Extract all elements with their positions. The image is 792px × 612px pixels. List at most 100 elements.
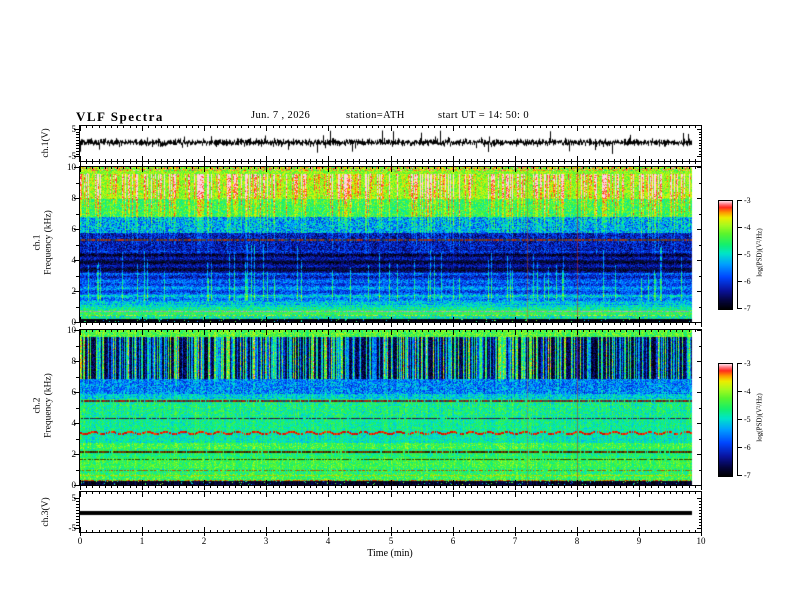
- x-tick: [155, 330, 156, 332]
- x-tick: [80, 480, 81, 485]
- x-tick: [366, 323, 367, 325]
- x-tick: [372, 126, 373, 128]
- x-tick: [639, 167, 640, 172]
- colorbar-ch2-label: log(PSD)(V²/Hz): [757, 372, 764, 464]
- x-tick: [571, 162, 572, 164]
- x-tick-label: 7: [505, 537, 525, 546]
- x-tick: [508, 162, 509, 164]
- x-tick: [117, 330, 118, 332]
- x-tick: [217, 126, 218, 128]
- x-tick: [471, 330, 472, 332]
- x-tick: [701, 126, 702, 131]
- x-tick-label: 4: [318, 537, 338, 546]
- y-tick: [697, 485, 701, 486]
- x-tick: [123, 530, 124, 532]
- x-tick: [620, 486, 621, 488]
- x-tick: [229, 126, 230, 128]
- x-tick: [664, 492, 665, 494]
- x-tick: [639, 126, 640, 131]
- x-tick: [148, 330, 149, 332]
- x-tick: [372, 159, 373, 161]
- x-tick: [291, 330, 292, 332]
- x-tick: [527, 167, 528, 169]
- x-tick: [322, 530, 323, 532]
- x-tick: [434, 323, 435, 325]
- x-tick: [341, 159, 342, 161]
- x-tick: [571, 323, 572, 325]
- x-tick: [378, 159, 379, 161]
- x-tick: [658, 167, 659, 169]
- x-tick: [521, 486, 522, 488]
- y-tick: [76, 513, 79, 514]
- x-tick: [583, 486, 584, 488]
- x-tick: [397, 162, 398, 164]
- x-tick: [248, 162, 249, 164]
- x-tick: [304, 162, 305, 164]
- x-tick: [136, 159, 137, 161]
- x-tick: [291, 126, 292, 128]
- x-tick: [602, 162, 603, 164]
- x-tick: [99, 126, 100, 128]
- x-tick: [198, 330, 199, 332]
- x-tick: [658, 323, 659, 325]
- colorbar-ch2: [718, 363, 733, 477]
- x-tick: [335, 486, 336, 488]
- x-tick: [99, 323, 100, 325]
- x-tick: [111, 162, 112, 164]
- x-tick: [577, 527, 578, 532]
- colorbar-tick: [737, 308, 742, 309]
- x-tick: [546, 530, 547, 532]
- x-tick: [384, 167, 385, 169]
- y-tick: [699, 519, 701, 520]
- x-tick: [204, 527, 205, 532]
- x-tick: [658, 162, 659, 164]
- x-tick: [589, 162, 590, 164]
- x-tick: [297, 126, 298, 128]
- x-tick: [155, 167, 156, 169]
- x-tick: [366, 330, 367, 332]
- ch2-frequency-axis-label-line1: ch.2: [33, 344, 44, 468]
- x-tick: [391, 330, 392, 335]
- x-tick: [533, 126, 534, 128]
- x-tick: [123, 159, 124, 161]
- x-tick: [508, 530, 509, 532]
- x-tick: [123, 486, 124, 488]
- x-tick: [353, 530, 354, 532]
- x-tick: [266, 317, 267, 322]
- x-tick: [241, 323, 242, 325]
- x-tick: [173, 530, 174, 532]
- x-tick: [148, 167, 149, 169]
- x-tick: [515, 126, 516, 131]
- x-tick: [322, 330, 323, 332]
- x-tick: [670, 167, 671, 169]
- x-tick: [639, 156, 640, 161]
- x-tick: [558, 167, 559, 169]
- x-tick: [689, 162, 690, 164]
- x-tick: [440, 330, 441, 332]
- y-tick: [699, 501, 701, 502]
- x-tick: [403, 167, 404, 169]
- x-tick: [347, 323, 348, 325]
- x-tick: [428, 492, 429, 494]
- x-tick: [328, 162, 329, 166]
- x-tick: [446, 486, 447, 488]
- x-tick: [477, 492, 478, 494]
- x-tick: [459, 126, 460, 128]
- x-tick: [353, 323, 354, 325]
- x-tick: [335, 323, 336, 325]
- x-tick: [490, 126, 491, 128]
- x-tick: [279, 159, 280, 161]
- x-tick: [633, 159, 634, 161]
- x-tick: [229, 159, 230, 161]
- x-tick: [198, 167, 199, 169]
- x-tick: [577, 156, 578, 161]
- y-tick: [76, 507, 79, 508]
- y-tick: [697, 330, 701, 331]
- y-tick-label: -5: [52, 152, 76, 161]
- x-tick: [161, 162, 162, 164]
- x-tick: [173, 159, 174, 161]
- x-tick: [117, 492, 118, 494]
- x-tick: [571, 330, 572, 332]
- x-tick: [111, 492, 112, 494]
- x-tick: [254, 126, 255, 128]
